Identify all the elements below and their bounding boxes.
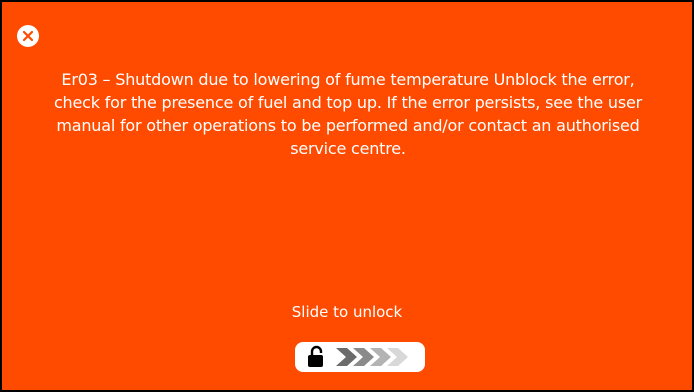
close-button[interactable] <box>17 25 39 47</box>
close-circle-icon <box>22 30 34 42</box>
slider-track <box>308 345 408 367</box>
slide-to-unlock-label: Slide to unlock <box>291 303 403 321</box>
slide-to-unlock-slider[interactable] <box>295 342 425 372</box>
error-screen: Er03 – Shutdown due to lowering of fume … <box>0 0 694 392</box>
chevron-right-icon <box>336 348 357 366</box>
error-message: Er03 – Shutdown due to lowering of fume … <box>53 70 643 158</box>
unlocked-padlock-icon <box>308 345 323 367</box>
